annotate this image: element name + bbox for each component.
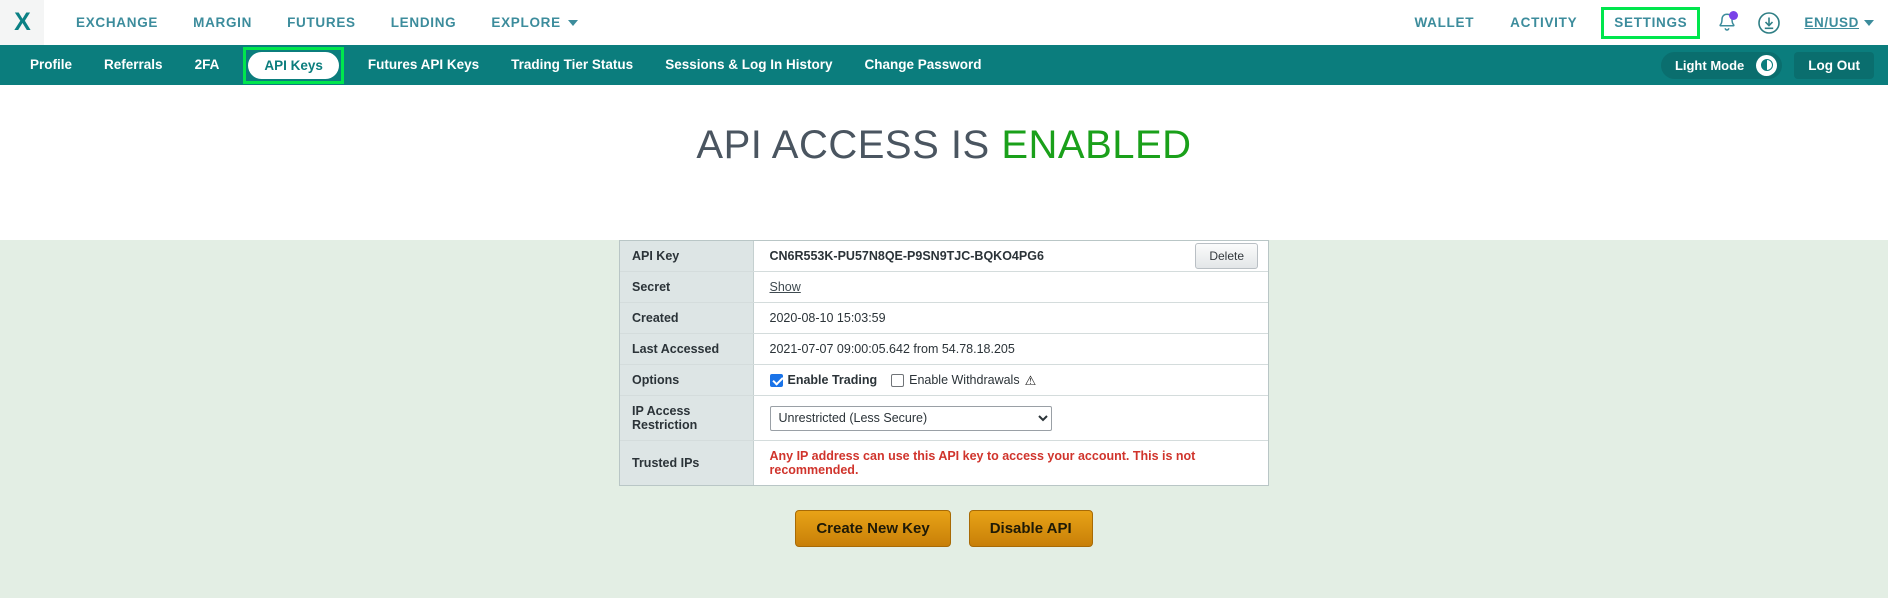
- log-out-button[interactable]: Log Out: [1794, 51, 1874, 79]
- tab-api-keys[interactable]: API Keys: [248, 51, 339, 79]
- table-row: API Key CN6R553K-PU57N8QE-P9SN9TJC-BQKO4…: [620, 241, 1268, 272]
- row-label-api-key: API Key: [620, 241, 754, 272]
- table-row: Options Enable Trading Enable Withdrawal…: [620, 364, 1268, 396]
- notifications-button[interactable]: [1712, 8, 1742, 38]
- page-title-prefix: API ACCESS IS: [696, 122, 990, 167]
- row-value-last-accessed: 2021-07-07 09:00:05.642 from 54.78.18.20…: [753, 333, 1268, 365]
- nav-item-futures[interactable]: FUTURES: [287, 15, 356, 30]
- locale-selector[interactable]: EN/USD: [1804, 15, 1874, 30]
- nav-item-settings[interactable]: SETTINGS: [1614, 15, 1687, 30]
- row-value-created: 2020-08-10 15:03:59: [753, 302, 1268, 334]
- create-new-key-button[interactable]: Create New Key: [795, 510, 951, 547]
- nav-item-settings-highlight: SETTINGS: [1601, 6, 1701, 39]
- row-label-trusted-ips: Trusted IPs: [620, 440, 754, 485]
- chevron-down-icon: [1864, 19, 1874, 26]
- top-nav-secondary-links: WALLET ACTIVITY SETTINGS EN/USD: [1396, 0, 1878, 45]
- nav-item-explore-label: EXPLORE: [491, 15, 561, 30]
- row-label-ip-access-restriction: IP Access Restriction: [620, 395, 754, 441]
- light-mode-label: Light Mode: [1674, 57, 1745, 73]
- chevron-down-icon: [567, 19, 578, 26]
- tab-futures-api-keys[interactable]: Futures API Keys: [352, 45, 495, 85]
- settings-sub-navigation: Profile Referrals 2FA API Keys Futures A…: [0, 45, 1888, 85]
- top-nav-primary-links: EXCHANGE MARGIN FUTURES LENDING EXPLORE: [76, 15, 578, 30]
- enable-withdrawals-checkbox[interactable]: [891, 373, 905, 387]
- nav-item-explore[interactable]: EXPLORE: [491, 15, 578, 30]
- table-row: Trusted IPs Any IP address can use this …: [620, 440, 1268, 486]
- disable-api-button[interactable]: Disable API: [968, 510, 1093, 547]
- row-label-last-accessed: Last Accessed: [620, 333, 754, 365]
- main-content: API Key CN6R553K-PU57N8QE-P9SN9TJC-BQKO4…: [0, 240, 1888, 598]
- enable-trading-checkbox[interactable]: [769, 373, 783, 387]
- tab-trading-tier-status[interactable]: Trading Tier Status: [495, 45, 649, 85]
- warning-triangle-icon: ⚠: [1024, 372, 1037, 388]
- table-row: Last Accessed 2021-07-07 09:00:05.642 fr…: [620, 333, 1268, 365]
- locale-label: EN/USD: [1804, 15, 1859, 30]
- ip-restriction-select[interactable]: Unrestricted (Less Secure): [769, 405, 1052, 431]
- api-status-badge: ENABLED: [1001, 122, 1192, 167]
- row-value-api-key: CN6R553K-PU57N8QE-P9SN9TJC-BQKO4PG6 Dele…: [753, 241, 1268, 272]
- row-label-created: Created: [620, 302, 754, 334]
- tab-sessions-login-history[interactable]: Sessions & Log In History: [649, 45, 848, 85]
- toggle-knob: [1756, 54, 1778, 76]
- deposit-button[interactable]: [1754, 8, 1784, 38]
- tab-profile[interactable]: Profile: [14, 45, 88, 85]
- brand-logo[interactable]: X: [0, 0, 44, 45]
- tab-2fa[interactable]: 2FA: [179, 45, 236, 85]
- api-key-value: CN6R553K-PU57N8QE-P9SN9TJC-BQKO4PG6: [769, 249, 1044, 263]
- nav-item-exchange[interactable]: EXCHANGE: [76, 15, 158, 30]
- nav-item-margin[interactable]: MARGIN: [193, 15, 252, 30]
- light-mode-toggle[interactable]: Light Mode: [1660, 51, 1783, 79]
- enable-trading-option[interactable]: Enable Trading: [769, 373, 878, 387]
- top-navigation-bar: X EXCHANGE MARGIN FUTURES LENDING EXPLOR…: [0, 0, 1888, 45]
- enable-trading-label: Enable Trading: [787, 373, 878, 387]
- row-label-secret: Secret: [620, 271, 754, 303]
- hero-section: API ACCESS IS ENABLED: [0, 85, 1888, 205]
- x-logo-icon: X: [14, 8, 31, 36]
- tab-change-password[interactable]: Change Password: [848, 45, 997, 85]
- table-row: Created 2020-08-10 15:03:59: [620, 302, 1268, 334]
- row-value-ip-access-restriction: Unrestricted (Less Secure): [753, 395, 1268, 441]
- sub-nav-right-controls: Light Mode Log Out: [1660, 45, 1874, 85]
- row-value-options: Enable Trading Enable Withdrawals ⚠: [753, 364, 1268, 396]
- notification-badge-dot: [1729, 10, 1739, 20]
- trusted-ips-warning: Any IP address can use this API key to a…: [769, 449, 1196, 477]
- api-key-details-table: API Key CN6R553K-PU57N8QE-P9SN9TJC-BQKO4…: [619, 240, 1269, 486]
- deposit-icon: [1758, 11, 1781, 34]
- show-secret-link[interactable]: Show: [770, 280, 801, 294]
- table-row: Secret Show: [620, 271, 1268, 303]
- contrast-icon: [1760, 59, 1773, 71]
- tab-api-keys-highlight: API Keys: [243, 46, 344, 84]
- delete-button[interactable]: Delete: [1195, 243, 1258, 269]
- row-label-options: Options: [620, 364, 754, 396]
- nav-item-lending[interactable]: LENDING: [391, 15, 457, 30]
- enable-withdrawals-option[interactable]: Enable Withdrawals ⚠: [891, 373, 1036, 387]
- table-row: IP Access Restriction Unrestricted (Less…: [620, 395, 1268, 441]
- settings-tabs: Profile Referrals 2FA API Keys Futures A…: [14, 45, 998, 85]
- page-title: API ACCESS IS ENABLED: [696, 123, 1191, 168]
- enable-withdrawals-label: Enable Withdrawals: [909, 373, 1020, 387]
- row-value-secret: Show: [753, 271, 1268, 303]
- row-value-trusted-ips: Any IP address can use this API key to a…: [753, 441, 1268, 486]
- nav-item-wallet[interactable]: WALLET: [1414, 15, 1474, 30]
- action-buttons: Create New Key Disable API: [0, 510, 1888, 547]
- tab-referrals[interactable]: Referrals: [88, 45, 179, 85]
- nav-item-activity[interactable]: ACTIVITY: [1510, 15, 1577, 30]
